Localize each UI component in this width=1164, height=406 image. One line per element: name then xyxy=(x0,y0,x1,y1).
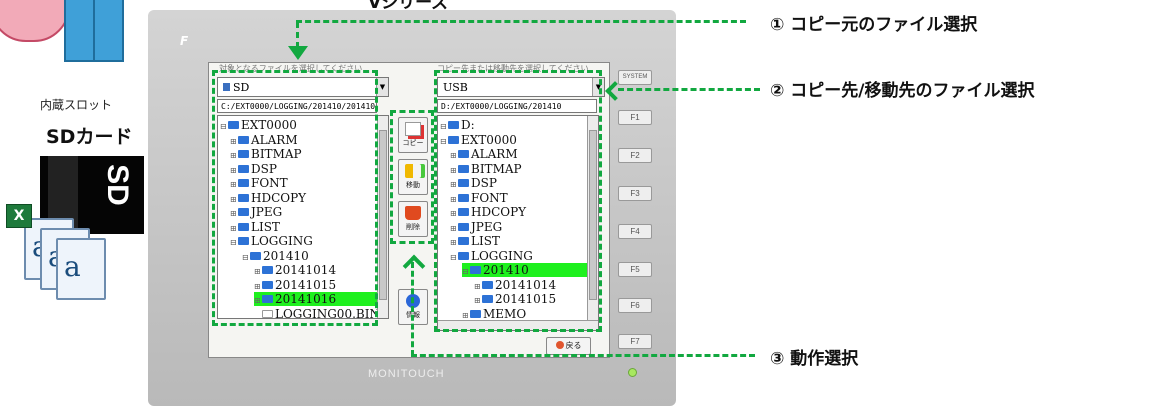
sd-card-text: SD xyxy=(101,164,135,206)
back-icon xyxy=(555,341,564,349)
leader-line-2 xyxy=(618,88,760,91)
fkey-f1[interactable]: F1 xyxy=(618,110,652,125)
back-label: 戻る xyxy=(565,341,582,350)
fkey-f7[interactable]: F7 xyxy=(618,334,652,349)
usb-device-blue xyxy=(64,0,124,62)
power-led-icon xyxy=(628,368,637,377)
fkey-f4[interactable]: F4 xyxy=(618,224,652,239)
source-selection-box xyxy=(212,70,378,326)
destination-selection-box xyxy=(434,70,602,332)
scrollbar-thumb[interactable] xyxy=(379,130,387,300)
fkey-f2[interactable]: F2 xyxy=(618,148,652,163)
slot-label: 内蔵スロット xyxy=(40,98,113,112)
excel-icon: X xyxy=(6,204,32,228)
fkey-f5[interactable]: F5 xyxy=(618,262,652,277)
brand-logo: F xyxy=(180,34,189,48)
annotation-action: ③ 動作選択 xyxy=(770,349,859,369)
document-icon: a xyxy=(56,238,106,300)
arrow-line-1 xyxy=(296,22,299,48)
usb-device-pink xyxy=(0,0,70,42)
leader-line-1 xyxy=(296,20,746,23)
source-scrollbar[interactable] xyxy=(377,116,388,318)
document-letter: a xyxy=(64,250,81,283)
leader-line-3 xyxy=(411,354,755,357)
fkey-f6[interactable]: F6 xyxy=(618,298,652,313)
sd-card-label: SDカード xyxy=(46,126,133,148)
back-button[interactable]: 戻る xyxy=(546,337,591,355)
action-selection-box xyxy=(390,110,434,244)
arrow-down-icon xyxy=(288,46,308,60)
fkey-f3[interactable]: F3 xyxy=(618,186,652,201)
document-files-icon: a a a X xyxy=(6,204,118,304)
annotation-destination: ② コピー先/移動先のファイル選択 xyxy=(770,81,1035,101)
series-label: Vシリーズ xyxy=(368,0,449,13)
fkey-system[interactable]: SYSTEM xyxy=(618,70,652,85)
annotation-source: ① コピー元のファイル選択 xyxy=(770,15,978,35)
bezel-brand: MONITOUCH xyxy=(368,368,445,380)
